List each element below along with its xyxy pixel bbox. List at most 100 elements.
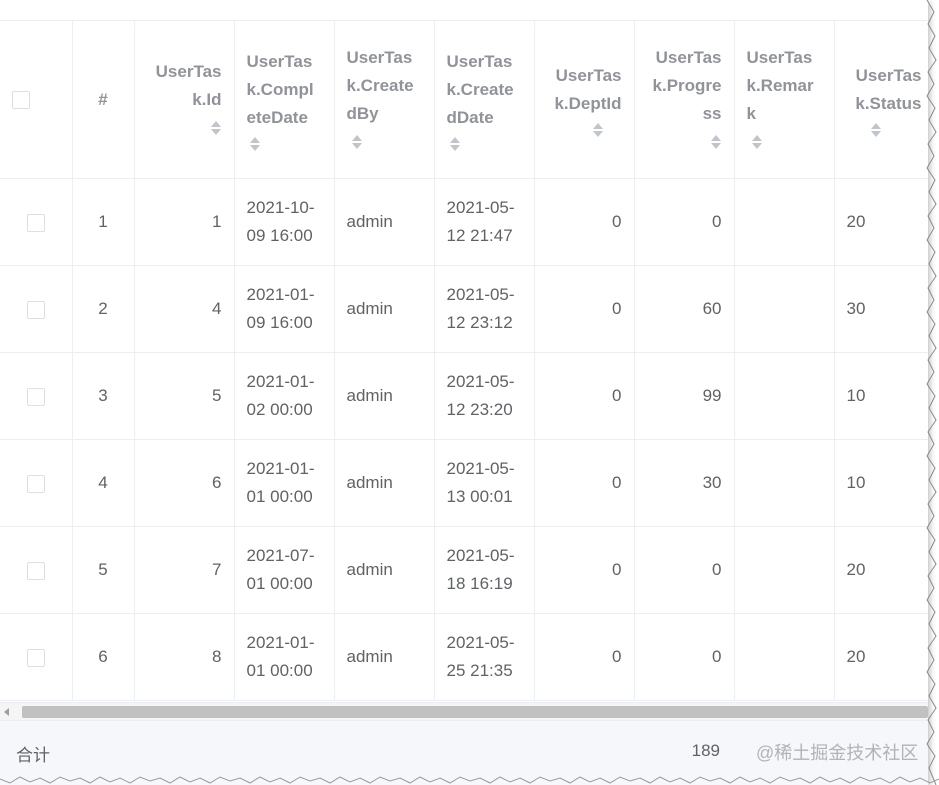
cell-created-date: 2021-05-18 16:19 <box>434 526 535 614</box>
header-select-all <box>0 20 73 179</box>
row-index: 2 <box>72 265 135 353</box>
header-created-date[interactable]: UserTask.CreatedDate <box>434 20 535 179</box>
scroll-thumb[interactable] <box>22 706 928 718</box>
row-select-cell[interactable] <box>0 613 73 701</box>
sort-caret-icon[interactable] <box>710 134 722 150</box>
cell-dept-id: 0 <box>534 613 635 701</box>
header-dept-id-label: UserTask.DeptId <box>554 65 622 113</box>
row-select-cell[interactable] <box>0 265 73 353</box>
row-select-cell[interactable] <box>0 439 73 527</box>
scroll-left-arrow-icon[interactable] <box>4 708 9 716</box>
header-remark-label: UserTask.Remark <box>746 47 814 123</box>
header-index: # <box>72 20 135 179</box>
sort-caret-icon[interactable] <box>751 134 763 150</box>
cell-id: 4 <box>134 265 235 353</box>
row-checkbox[interactable] <box>26 300 45 319</box>
table-row[interactable]: 4 6 2021-01-01 00:00 admin 2021-05-13 00:01 0… <box>0 439 928 527</box>
watermark: @稀土掘金技术社区 <box>756 743 919 763</box>
header-complete-date[interactable]: UserTask.CompleteDate <box>234 20 335 179</box>
cell-status: 10 <box>834 439 928 527</box>
cell-progress: 30 <box>634 439 735 527</box>
header-progress[interactable]: UserTask.Progress <box>634 20 735 179</box>
torn-edge-bottom <box>0 776 939 784</box>
header-progress-label: UserTask.Progress <box>652 47 722 123</box>
header-remark[interactable]: UserTask.Remark <box>734 20 835 179</box>
cell-complete-date: 2021-01-01 00:00 <box>234 613 335 701</box>
header-id[interactable]: UserTask.Id <box>134 20 235 179</box>
row-checkbox[interactable] <box>26 648 45 667</box>
sort-caret-icon[interactable] <box>210 120 222 136</box>
cell-id: 6 <box>134 439 235 527</box>
horizontal-scrollbar[interactable] <box>0 702 928 720</box>
cell-remark <box>734 526 835 614</box>
header-created-date-label: UserTask.CreatedDate <box>446 51 514 127</box>
cell-progress: 99 <box>634 352 735 440</box>
table-row[interactable]: 2 4 2021-01-09 16:00 admin 2021-05-12 23:12 0… <box>0 265 928 353</box>
header-status[interactable]: UserTask.Status <box>834 20 928 179</box>
row-index: 4 <box>72 439 135 527</box>
table-row[interactable]: 5 7 2021-07-01 00:00 admin 2021-05-18 16:19 0… <box>0 526 928 614</box>
select-all-checkbox[interactable] <box>12 91 30 110</box>
cell-created-by: admin <box>334 613 435 701</box>
cell-status: 10 <box>834 352 928 440</box>
cell-status: 20 <box>834 613 928 701</box>
cell-progress: 0 <box>634 178 735 266</box>
cell-remark <box>734 178 835 266</box>
row-checkbox[interactable] <box>26 387 45 406</box>
table-window: # UserTask.Id UserTask.CompleteDate User… <box>0 0 928 785</box>
row-select-cell[interactable] <box>0 352 73 440</box>
row-index: 1 <box>72 178 135 266</box>
cell-remark <box>734 613 835 701</box>
row-index: 3 <box>72 352 135 440</box>
cell-complete-date: 2021-01-02 00:00 <box>234 352 335 440</box>
sort-caret-icon[interactable] <box>592 122 604 138</box>
cell-created-by: admin <box>334 526 435 614</box>
cell-created-date: 2021-05-25 21:35 <box>434 613 535 701</box>
cell-created-by: admin <box>334 352 435 440</box>
cell-created-by: admin <box>334 178 435 266</box>
sort-caret-icon[interactable] <box>249 136 261 152</box>
cell-created-date: 2021-05-12 21:47 <box>434 178 535 266</box>
cell-status: 20 <box>834 178 928 266</box>
cell-complete-date: 2021-01-01 00:00 <box>234 439 335 527</box>
header-dept-id[interactable]: UserTask.DeptId <box>534 20 635 179</box>
cell-complete-date: 2021-07-01 00:00 <box>234 526 335 614</box>
table-row[interactable]: 6 8 2021-01-01 00:00 admin 2021-05-25 21:35 0… <box>0 613 928 701</box>
data-table: # UserTask.Id UserTask.CompleteDate User… <box>0 20 928 720</box>
cell-status: 20 <box>834 526 928 614</box>
cell-dept-id: 0 <box>534 439 635 527</box>
cell-dept-id: 0 <box>534 265 635 353</box>
cell-created-date: 2021-05-13 00:01 <box>434 439 535 527</box>
row-index: 5 <box>72 526 135 614</box>
row-checkbox[interactable] <box>26 474 45 493</box>
header-id-label: UserTask.Id <box>155 61 222 109</box>
row-select-cell[interactable] <box>0 178 73 266</box>
header-created-by[interactable]: UserTask.CreatedBy <box>334 20 435 179</box>
cell-status: 30 <box>834 265 928 353</box>
cell-progress: 60 <box>634 265 735 353</box>
sort-caret-icon[interactable] <box>351 134 363 150</box>
cell-dept-id: 0 <box>534 352 635 440</box>
cell-complete-date: 2021-10-09 16:00 <box>234 178 335 266</box>
header-status-label: UserTask.Status <box>855 65 922 113</box>
row-select-cell[interactable] <box>0 526 73 614</box>
header-created-by-label: UserTask.CreatedBy <box>346 47 414 123</box>
sort-caret-icon[interactable] <box>870 122 882 138</box>
cell-complete-date: 2021-01-09 16:00 <box>234 265 335 353</box>
header-index-label: # <box>98 89 108 109</box>
row-index: 6 <box>72 613 135 701</box>
cell-remark <box>734 352 835 440</box>
row-checkbox[interactable] <box>26 213 45 232</box>
cell-remark <box>734 439 835 527</box>
table-header-row: # UserTask.Id UserTask.CompleteDate User… <box>0 20 928 179</box>
torn-edge-right <box>926 0 937 785</box>
table-row[interactable]: 1 1 2021-10-09 16:00 admin 2021-05-12 21:47 0… <box>0 178 928 266</box>
cell-id: 8 <box>134 613 235 701</box>
table-row[interactable]: 3 5 2021-01-02 00:00 admin 2021-05-12 23:20 0… <box>0 352 928 440</box>
cell-id: 5 <box>134 352 235 440</box>
row-checkbox[interactable] <box>26 561 45 580</box>
header-complete-date-label: UserTask.CompleteDate <box>246 51 314 127</box>
sort-caret-icon[interactable] <box>449 136 461 152</box>
cell-remark <box>734 265 835 353</box>
cell-created-by: admin <box>334 439 435 527</box>
